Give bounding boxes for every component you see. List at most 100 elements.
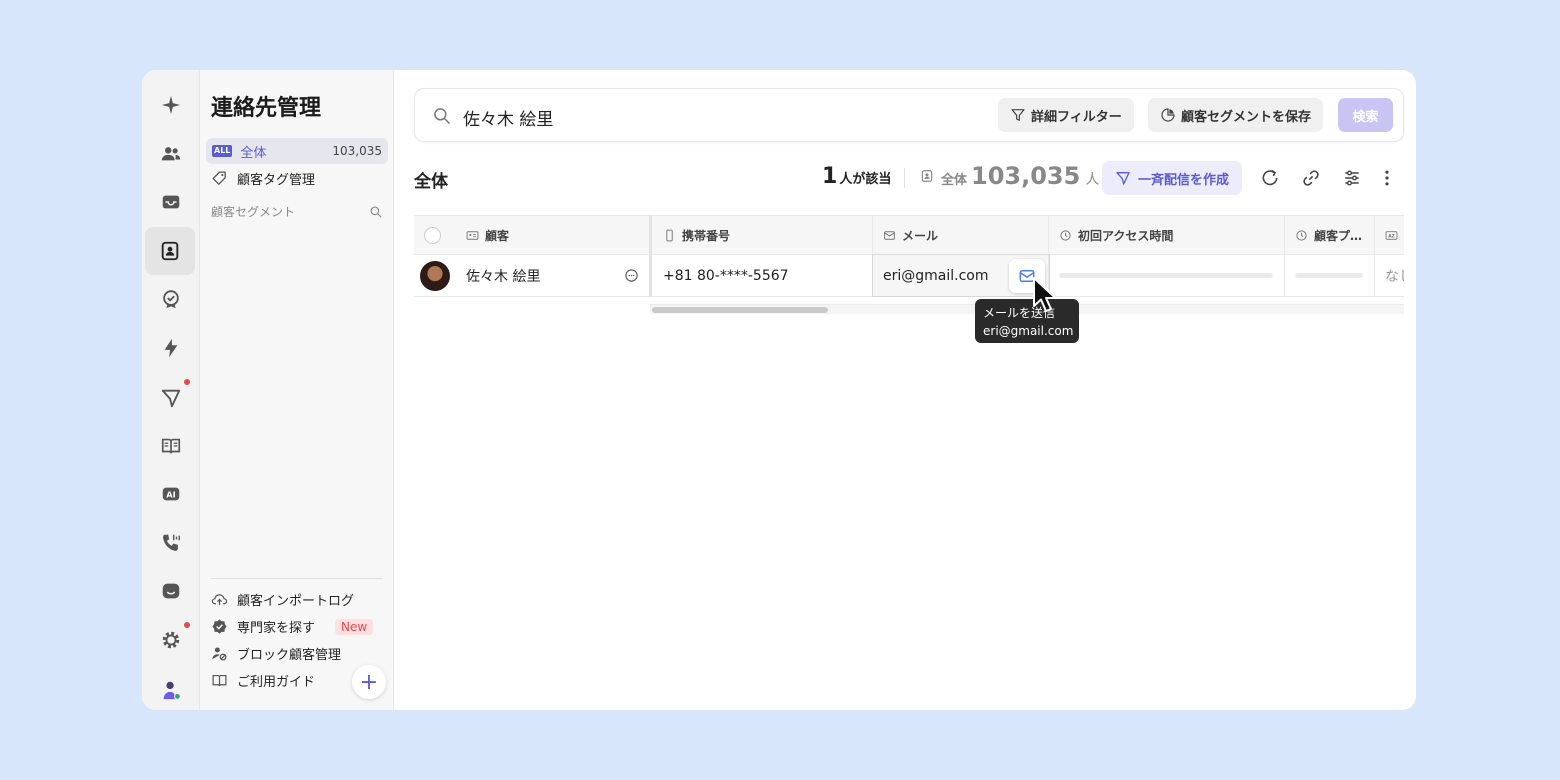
total-number: 103,035 <box>971 162 1081 190</box>
app-window: AI 連絡先管理 ALL 全体 103,035 顧客タグ管理 顧客セグメント 顧… <box>142 70 1416 710</box>
rail-ai-sparkle[interactable] <box>142 81 200 129</box>
sidebar-item-import-log[interactable]: 顧客インポートログ <box>211 590 354 609</box>
total-count: 全体 103,035 人 <box>920 162 1099 190</box>
create-broadcast-label: 一斉配信を作成 <box>1138 172 1230 188</box>
match-count: 1 人が該当 <box>822 164 891 189</box>
detail-filter-label: 詳細フィルター <box>1031 109 1122 125</box>
save-segment-button[interactable]: 顧客セグメントを保存 <box>1148 98 1324 132</box>
lightning-icon <box>164 338 178 358</box>
sidebar-item-tags[interactable]: 顧客タグ管理 <box>211 169 315 188</box>
clock-icon <box>1296 229 1307 241</box>
rail-settings[interactable] <box>142 616 200 664</box>
rail-contacts[interactable] <box>145 227 195 275</box>
customer-cell[interactable]: 佐々木 絵里 <box>414 255 650 296</box>
text-az-icon: AZ <box>1385 230 1398 240</box>
search-bar[interactable]: 佐々木 絵里 詳細フィルター 顧客セグメントを保存 検索 <box>414 88 1404 142</box>
divider <box>904 168 905 188</box>
search-button[interactable]: 検索 <box>1338 98 1393 132</box>
main-content: 佐々木 絵里 詳細フィルター 顧客セグメントを保存 検索 全体 1 人が該当 全… <box>394 70 1416 710</box>
first-access-cell[interactable] <box>1049 255 1285 296</box>
header-customer-profile[interactable]: 顧客プ… <box>1285 216 1375 254</box>
search-icon <box>434 108 451 125</box>
sidebar-item-guide[interactable]: ご利用ガイド <box>211 671 315 690</box>
total-unit: 人 <box>1085 172 1100 188</box>
segment-section-header: 顧客セグメント <box>211 203 383 220</box>
text-column-cell[interactable]: なし <box>1375 255 1404 296</box>
create-broadcast-button[interactable]: 一斉配信を作成 <box>1102 161 1243 195</box>
header-first-access[interactable]: 初回アクセス時間 <box>1049 216 1285 254</box>
sidebar-item-label: 専門家を探す <box>237 621 316 636</box>
table-header-row: 顧客 携帯番号 メール 初回アクセス時間 顧客プ… AZ <box>414 215 1404 255</box>
user-avatar-icon <box>163 681 181 700</box>
header-label: 初回アクセス時間 <box>1078 228 1174 243</box>
header-label: 顧客 <box>485 228 510 243</box>
sidebar-item-find-expert[interactable]: 専門家を探す New <box>211 617 374 636</box>
rail-automation[interactable] <box>142 324 200 372</box>
book-open-icon <box>161 438 181 454</box>
sidebar-item-label: ブロック顧客管理 <box>237 648 342 663</box>
page-title: 連絡先管理 <box>211 96 322 121</box>
total-prefix: 全体 <box>941 173 968 188</box>
cloud-upload-icon <box>211 594 228 606</box>
search-input[interactable]: 佐々木 絵里 <box>463 105 553 130</box>
gear-icon <box>162 631 180 649</box>
chat-icon[interactable] <box>624 268 639 283</box>
notification-dot <box>184 379 190 385</box>
refresh-icon[interactable] <box>1260 168 1280 188</box>
list-title: 全体 <box>414 172 448 192</box>
contact-book-icon <box>921 170 933 182</box>
header-text-column[interactable]: AZ <box>1375 216 1404 254</box>
chat-bubble-icon <box>162 583 180 599</box>
rail-ai[interactable]: AI <box>142 470 200 518</box>
send-icon <box>161 389 181 408</box>
divider <box>211 578 383 579</box>
link-icon[interactable] <box>1301 168 1321 188</box>
customer-profile-cell[interactable] <box>1285 255 1375 296</box>
search-icon[interactable] <box>369 205 383 219</box>
contact-book-icon <box>161 241 179 261</box>
user-block-icon <box>212 647 227 661</box>
header-checkbox-cell <box>414 216 456 254</box>
rail-chat[interactable] <box>142 567 200 615</box>
icon-rail: AI <box>142 70 200 710</box>
detail-filter-button[interactable]: 詳細フィルター <box>998 98 1134 132</box>
header-label: 携帯番号 <box>682 228 731 243</box>
users-icon <box>161 147 181 161</box>
rail-badge[interactable] <box>142 275 200 323</box>
empty-placeholder <box>1295 273 1363 278</box>
mobile-cell[interactable]: +81 80-****-5567 <box>653 255 873 296</box>
add-button[interactable]: + <box>352 665 386 699</box>
header-mobile[interactable]: 携帯番号 <box>653 216 873 254</box>
phone-call-icon <box>163 534 180 551</box>
avatar <box>420 260 450 291</box>
customer-name: 佐々木 絵里 <box>466 268 541 285</box>
contacts-sidebar: 連絡先管理 ALL 全体 103,035 顧客タグ管理 顧客セグメント 顧客イン… <box>200 70 394 710</box>
header-customer[interactable]: 顧客 <box>456 216 650 254</box>
sidebar-item-label: ご利用ガイド <box>237 675 316 690</box>
send-icon <box>1116 172 1130 185</box>
rail-call[interactable] <box>142 519 200 567</box>
scrollbar-thumb[interactable] <box>652 307 828 313</box>
header-label: メール <box>902 228 939 243</box>
segment-section-label: 顧客セグメント <box>211 205 296 219</box>
sidebar-item-count: 103,035 <box>332 144 382 158</box>
rail-broadcast[interactable] <box>142 374 200 422</box>
rail-inbox[interactable] <box>142 178 200 226</box>
all-badge-icon: ALL <box>212 145 233 157</box>
header-email[interactable]: メール <box>873 216 1049 254</box>
notification-dot <box>184 622 190 628</box>
rail-guide-book[interactable] <box>142 422 200 470</box>
tooltip-line-2: eri@gmail.com <box>983 324 1074 338</box>
svg-text:AZ: AZ <box>1388 233 1395 239</box>
book-icon <box>212 674 227 687</box>
more-vertical-icon[interactable] <box>1377 168 1397 188</box>
sidebar-item-all[interactable]: ALL 全体 103,035 <box>206 138 388 164</box>
sliders-icon[interactable] <box>1342 168 1362 188</box>
select-all-checkbox[interactable] <box>424 226 441 244</box>
new-badge: New <box>335 618 374 635</box>
table-row[interactable]: 佐々木 絵里 +81 80-****-5567 eri@gmail.com なし <box>414 254 1404 297</box>
sidebar-item-block[interactable]: ブロック顧客管理 <box>211 644 341 663</box>
rail-users[interactable] <box>142 130 200 178</box>
rail-profile[interactable] <box>142 666 200 710</box>
filter-icon <box>1011 109 1025 121</box>
